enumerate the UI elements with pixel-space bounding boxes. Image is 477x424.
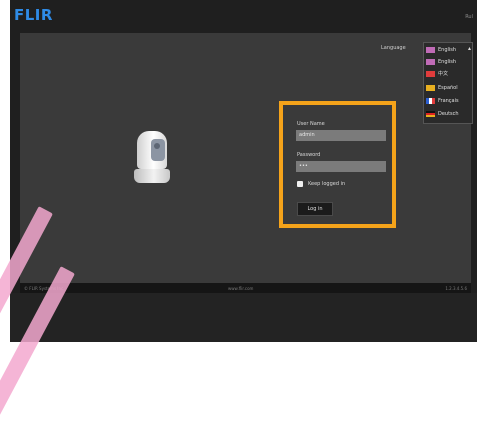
username-label: User Name — [297, 121, 325, 127]
password-field[interactable]: ••• — [296, 161, 386, 172]
flag-icon — [426, 98, 435, 104]
scroll-up-arrow-icon[interactable]: ▴ — [468, 45, 471, 52]
footer-version: 1.2.3.4.5.6 — [445, 286, 467, 291]
flag-icon — [426, 111, 435, 117]
flir-logo: FLIR — [14, 6, 53, 24]
camera-image — [134, 131, 170, 185]
top-right-text: Rul — [465, 14, 473, 20]
camera-lens-window — [151, 139, 165, 161]
keep-logged-in-label: Keep logged in — [308, 181, 346, 187]
top-bar: FLIR Rul — [10, 0, 477, 33]
password-label: Password — [297, 152, 321, 158]
language-option-label: Français — [438, 98, 459, 104]
username-field[interactable]: admin — [296, 130, 386, 141]
language-option-label: Deutsch — [438, 111, 459, 117]
language-option-label: English — [438, 59, 457, 65]
camera-dome — [137, 131, 167, 169]
language-option-label: Español — [438, 85, 458, 91]
footer-link[interactable]: www.flir.com — [228, 286, 253, 291]
lower-area — [10, 293, 477, 342]
flag-icon — [426, 85, 435, 91]
language-option[interactable]: English — [426, 57, 456, 67]
language-option[interactable]: English — [426, 45, 456, 55]
language-option[interactable]: Français — [426, 96, 459, 106]
flag-icon — [426, 59, 435, 65]
flag-icon — [426, 47, 435, 53]
language-label: Language — [381, 45, 406, 51]
flag-icon — [426, 71, 435, 77]
language-option-label: English — [438, 47, 457, 53]
login-button[interactable]: Log in — [297, 202, 333, 216]
language-option-label: 中文 — [438, 71, 449, 77]
language-option[interactable]: Español — [426, 83, 458, 93]
language-option[interactable]: 中文 — [426, 69, 448, 79]
language-list[interactable]: English English 中文 Español Français Deut… — [423, 42, 473, 124]
footer-bar: © FLIR Systems Inc. www.flir.com 1.2.3.4… — [20, 283, 471, 293]
main-panel — [20, 33, 471, 283]
camera-base — [134, 169, 170, 183]
keep-logged-in-checkbox[interactable] — [297, 181, 303, 187]
language-option[interactable]: Deutsch — [426, 109, 459, 119]
